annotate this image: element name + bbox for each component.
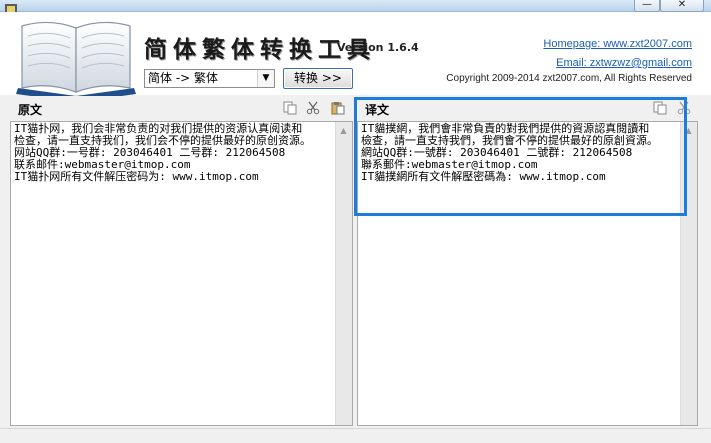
copy-icon[interactable]: [283, 101, 297, 115]
chevron-down-icon[interactable]: ▼: [257, 70, 274, 87]
convert-button[interactable]: 转换 >>: [283, 68, 353, 89]
paste-icon[interactable]: [331, 101, 345, 115]
source-pane-title: 原文: [18, 103, 43, 117]
target-text-area[interactable]: IT貓撲網，我們會非常負責的對我們提供的資源認真閱讀和 檢查，請一直支持我們，我…: [357, 121, 698, 426]
close-button[interactable]: ✕: [660, 0, 704, 12]
source-scrollbar[interactable]: ▲: [335, 122, 352, 425]
source-text: IT猫扑网，我们会非常负责的对我们提供的资源认真阅读和 检查，请一直支持我们，我…: [14, 122, 311, 183]
target-scrollbar[interactable]: ▲: [680, 122, 697, 425]
title-bar: — ✕: [0, 0, 711, 15]
target-pane: 译文 IT貓撲網，我們會非常負責的對我們提供的資源認真閱讀和 檢查，請一直支持我…: [357, 96, 698, 426]
cut-icon[interactable]: [306, 101, 320, 115]
scroll-up-icon[interactable]: ▲: [335, 122, 352, 139]
version-label: Version 1.6.4: [337, 41, 419, 54]
target-pane-title: 译文: [365, 103, 390, 117]
target-pane-header: 译文: [357, 96, 698, 120]
homepage-link[interactable]: Homepage: www.zxt2007.com: [543, 38, 692, 50]
email-link[interactable]: Email: zxtwzwz@gmail.com: [556, 57, 692, 69]
app-header: 简体繁体转换工具 Version 1.6.4 简体 -> 繁体 ▼ 转换 >> …: [0, 12, 711, 102]
source-pane-header: 原文: [10, 96, 353, 120]
copyright-text: Copyright 2009-2014 zxt2007.com, All Rig…: [446, 73, 692, 84]
conversion-mode-select[interactable]: 简体 -> 繁体 ▼: [144, 69, 275, 88]
minimize-button[interactable]: —: [634, 0, 660, 12]
source-pane: 原文 IT猫扑网，我们会非常负责的对我们提供的资源认真阅读和 检查，请一直支持我…: [10, 96, 353, 426]
open-book-logo-icon: [16, 21, 136, 102]
source-text-area[interactable]: IT猫扑网，我们会非常负责的对我们提供的资源认真阅读和 检查，请一直支持我们，我…: [10, 121, 353, 426]
status-bar: [0, 428, 711, 443]
conversion-mode-value: 简体 -> 繁体: [148, 71, 219, 85]
copy-icon[interactable]: [653, 101, 667, 115]
scroll-up-icon[interactable]: ▲: [680, 122, 697, 139]
cut-icon[interactable]: [677, 101, 691, 115]
target-text: IT貓撲網，我們會非常負責的對我們提供的資源認真閱讀和 檢查，請一直支持我們，我…: [361, 122, 658, 183]
